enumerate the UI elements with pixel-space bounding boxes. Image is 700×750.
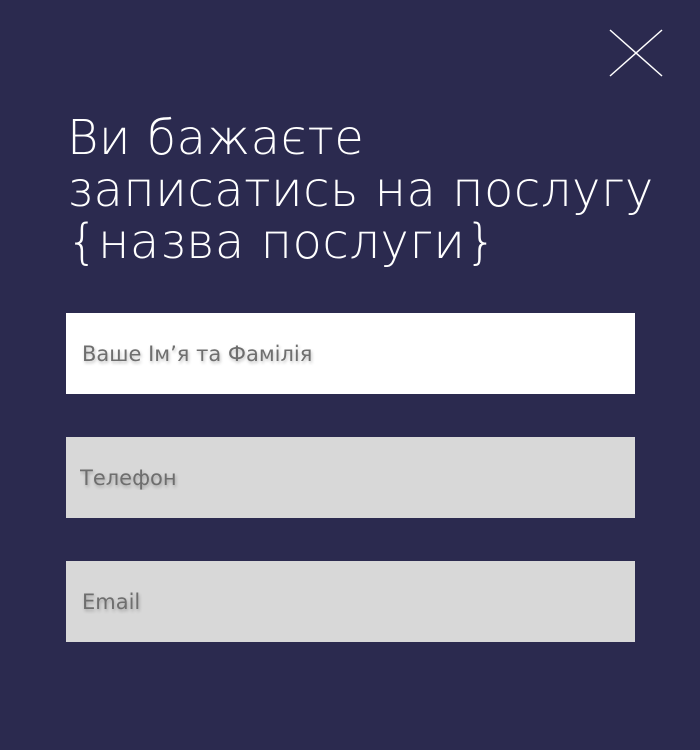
close-button[interactable] — [606, 27, 666, 79]
close-icon[interactable] — [606, 27, 666, 79]
email-input[interactable] — [66, 561, 635, 642]
modal-title: Ви бажаєте записатись на послугу {назва … — [67, 110, 654, 270]
full-name-input[interactable] — [66, 313, 635, 394]
phone-input[interactable] — [66, 437, 635, 518]
